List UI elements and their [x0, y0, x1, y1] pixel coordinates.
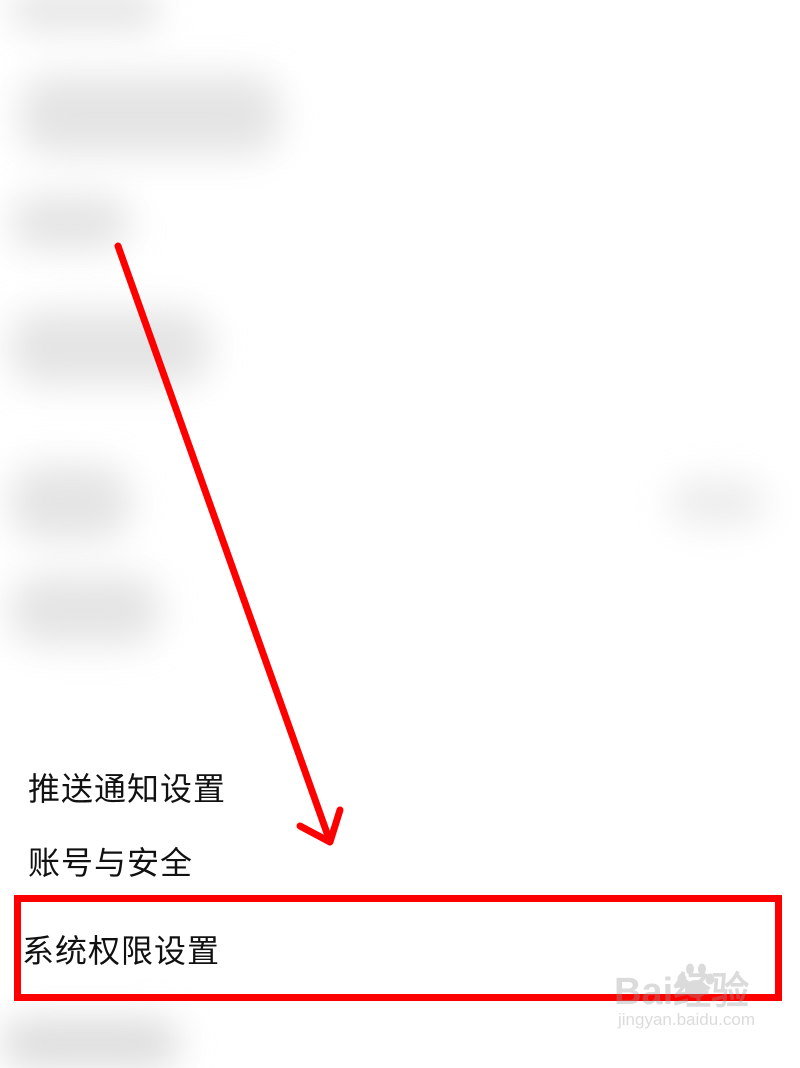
- baidu-paw-icon: [677, 963, 715, 998]
- annotation-arrow-icon: [114, 242, 344, 846]
- watermark-url: jingyan.baidu.com: [618, 1010, 756, 1029]
- arrow-shaft: [114, 242, 332, 840]
- watermark: Bai经验 jingyan.baidu.com: [614, 960, 784, 1040]
